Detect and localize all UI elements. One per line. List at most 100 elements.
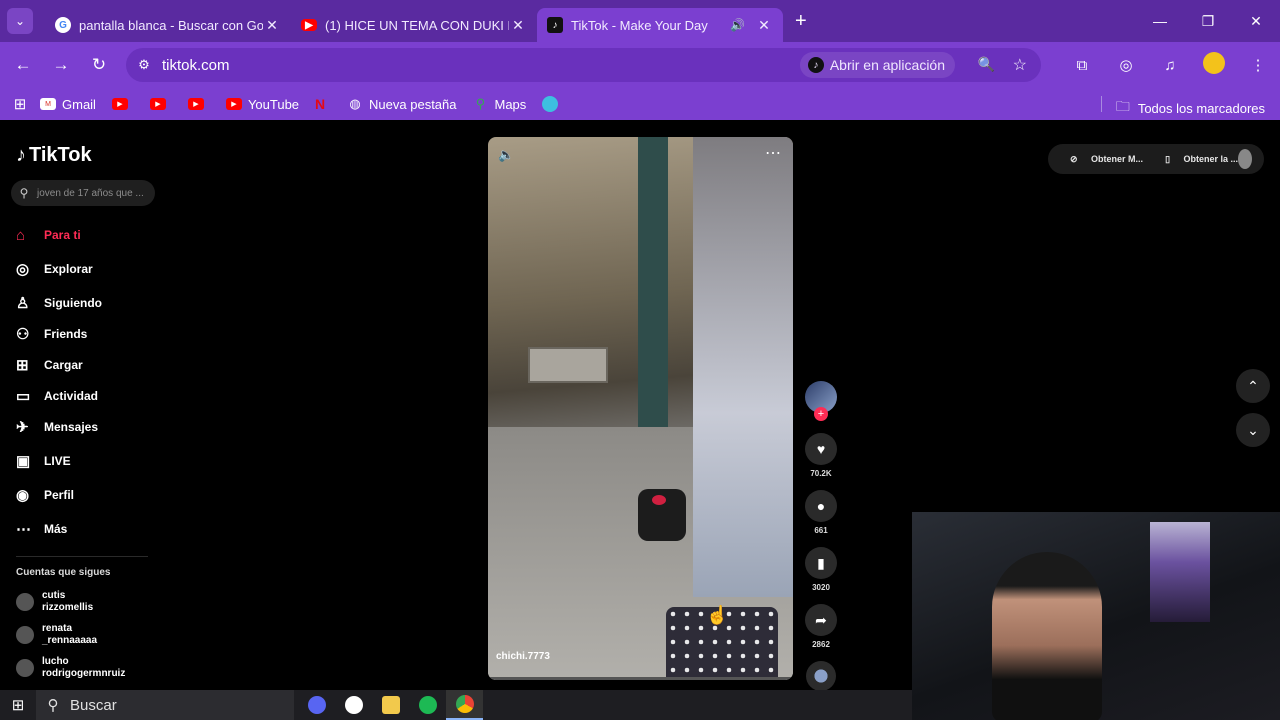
- volume-icon[interactable]: 🔈: [498, 147, 514, 163]
- close-icon[interactable]: ✕: [509, 17, 527, 34]
- files-icon[interactable]: [372, 690, 409, 720]
- all-bookmarks[interactable]: 🗀 Todos los marcadores: [1116, 96, 1265, 120]
- extensions-icon[interactable]: ⧉: [1060, 57, 1104, 74]
- edge-icon: [542, 96, 559, 112]
- reload-icon[interactable]: ↻: [80, 55, 118, 75]
- windows-start-icon[interactable]: ⊞: [0, 696, 36, 714]
- forward-icon[interactable]: →: [42, 55, 80, 75]
- taskbar-search[interactable]: ⚲ Buscar: [36, 690, 294, 720]
- video-progress-bar[interactable]: [488, 677, 793, 680]
- following-account[interactable]: renata _rennaaaaa: [16, 623, 156, 647]
- search-icon: ⚲: [19, 186, 29, 200]
- tab-search-button[interactable]: ⌄: [7, 8, 33, 34]
- nav-for-you[interactable]: ⌂ Para ti: [16, 218, 156, 252]
- close-icon[interactable]: ✕: [263, 17, 281, 34]
- globe-icon: ◍: [349, 96, 361, 111]
- bookmark-youtube[interactable]: ▶ YouTube: [225, 97, 299, 112]
- site-info-icon[interactable]: ⚙: [126, 57, 162, 73]
- speaker-icon[interactable]: 🔊: [730, 18, 745, 32]
- tiktok-icon: ♪: [807, 57, 824, 73]
- open-in-app-button[interactable]: ♪ Abrir en aplicación: [799, 52, 955, 78]
- taskbar-search-label: Buscar: [70, 696, 117, 714]
- nav-following[interactable]: ♙ Siguiendo: [16, 286, 156, 320]
- back-icon[interactable]: ←: [4, 55, 42, 75]
- video-player[interactable]: 🔈 ⋯ chichi.7773: [488, 137, 793, 680]
- video-frame: [528, 347, 608, 383]
- chevron-up-icon: ⌃: [1247, 378, 1259, 394]
- music-disc-icon[interactable]: [806, 661, 836, 691]
- webcam-overlay: [912, 512, 1280, 720]
- following-account[interactable]: lucho rodrigogermnruiz: [16, 656, 156, 680]
- tab-tiktok[interactable]: ♪ TikTok - Make Your Day 🔊 ✕: [537, 8, 783, 42]
- heart-icon[interactable]: ♥: [805, 433, 837, 465]
- nav-live[interactable]: ▣ LIVE: [16, 444, 156, 478]
- phone-icon: ▯: [1165, 153, 1173, 164]
- get-app-button[interactable]: ▯ Obtener la ...: [1154, 154, 1238, 165]
- lens-icon[interactable]: ◎: [1104, 56, 1148, 74]
- tiktok-logo[interactable]: ♪ TikTok: [16, 144, 92, 167]
- nav-friends[interactable]: ⚇ Friends: [16, 320, 156, 348]
- minimize-icon[interactable]: —: [1136, 0, 1184, 42]
- search-input[interactable]: ⚲ joven de 17 años que ...: [11, 180, 155, 206]
- tab-title: TikTok - Make Your Day: [571, 17, 708, 33]
- new-tab-button[interactable]: +: [795, 10, 807, 33]
- discord-icon[interactable]: [298, 690, 335, 720]
- more-icon: ⋯: [16, 521, 31, 538]
- comment-icon[interactable]: ●: [805, 490, 837, 522]
- comment-action[interactable]: ● 661: [803, 490, 839, 535]
- save-action[interactable]: ▮ 3020: [803, 547, 839, 592]
- spotify-icon[interactable]: [409, 690, 446, 720]
- user-avatar[interactable]: [1238, 149, 1252, 169]
- avatar: [16, 659, 34, 677]
- next-video-button[interactable]: ⌄: [1236, 413, 1270, 447]
- menu-icon[interactable]: ⋮: [1236, 56, 1280, 74]
- author-avatar[interactable]: +: [805, 381, 837, 421]
- chrome-icon[interactable]: [446, 690, 483, 720]
- address-bar[interactable]: ⚙ tiktok.com ♪ Abrir en aplicación 🔍 ☆: [126, 48, 1041, 82]
- tab-google[interactable]: G pantalla blanca - Buscar con Google ✕: [45, 8, 291, 42]
- nav-explore[interactable]: ◎ Explorar: [16, 252, 156, 286]
- bookmark-icon[interactable]: ▮: [805, 547, 837, 579]
- bookmark-netflix[interactable]: N: [315, 96, 331, 112]
- folder-app-icon: [381, 696, 400, 714]
- video-author[interactable]: chichi.7773: [496, 651, 550, 662]
- bookmark-gmail[interactable]: M Gmail: [40, 97, 96, 112]
- chevron-down-icon: ⌄: [1247, 422, 1259, 438]
- zoom-icon[interactable]: 🔍: [978, 56, 995, 73]
- bookmarks-bar: ⊞ M Gmail ▶ ▶ ▶ ▶ YouTube N ◍ Nueva pestaña…: [0, 88, 1280, 120]
- bookmark-new-tab[interactable]: ◍ Nueva pestaña: [347, 96, 456, 112]
- upload-icon: ⊞: [16, 357, 29, 374]
- like-action[interactable]: ♥ 70.2K: [803, 433, 839, 478]
- bookmark-maps[interactable]: ⚲ Maps: [473, 96, 527, 112]
- share-action[interactable]: ➦ 2862: [803, 604, 839, 649]
- bookmark-youtube-3[interactable]: ▶: [187, 98, 210, 110]
- bookmark-edge[interactable]: [542, 96, 564, 112]
- nav-upload[interactable]: ⊞ Cargar: [16, 348, 156, 382]
- nav-profile[interactable]: ◉ Perfil: [16, 478, 156, 512]
- profile-avatar[interactable]: [1192, 52, 1236, 78]
- bookmarks-divider: [1101, 96, 1102, 112]
- follow-plus-icon[interactable]: +: [814, 407, 828, 421]
- following-account[interactable]: cutis rizzomellis: [16, 590, 156, 614]
- share-icon[interactable]: ➦: [805, 604, 837, 636]
- maximize-icon[interactable]: ❐: [1184, 0, 1232, 42]
- bookmark-star-icon[interactable]: ☆: [1013, 55, 1027, 75]
- friends-icon: ⚇: [16, 326, 30, 343]
- more-options-icon[interactable]: ⋯: [765, 143, 781, 163]
- bookmark-youtube-1[interactable]: ▶: [111, 98, 134, 110]
- coin-icon: ⊘: [1070, 153, 1081, 164]
- apps-grid-icon[interactable]: ⊞: [0, 95, 40, 113]
- nav-activity[interactable]: ▭ Actividad: [16, 382, 156, 410]
- tab-youtube[interactable]: ▶ (1) HICE UN TEMA CON DUKI EN ✕: [291, 8, 537, 42]
- nav-more[interactable]: ⋯ Más: [16, 512, 156, 546]
- get-coins-button[interactable]: ⊘ Obtener M...: [1059, 154, 1143, 165]
- nav-messages[interactable]: ✈ Mensajes: [16, 410, 156, 444]
- browser-toolbar: ← → ↻ ⚙ tiktok.com ♪ Abrir en aplicación…: [0, 42, 1280, 88]
- clock-icon[interactable]: [335, 690, 372, 720]
- tab-strip: ⌄ G pantalla blanca - Buscar con Google …: [0, 0, 1280, 42]
- close-icon[interactable]: ✕: [755, 17, 773, 34]
- bookmark-youtube-2[interactable]: ▶: [149, 98, 172, 110]
- close-window-icon[interactable]: ✕: [1232, 0, 1280, 42]
- media-control-icon[interactable]: ♫: [1148, 57, 1192, 74]
- previous-video-button[interactable]: ⌃: [1236, 369, 1270, 403]
